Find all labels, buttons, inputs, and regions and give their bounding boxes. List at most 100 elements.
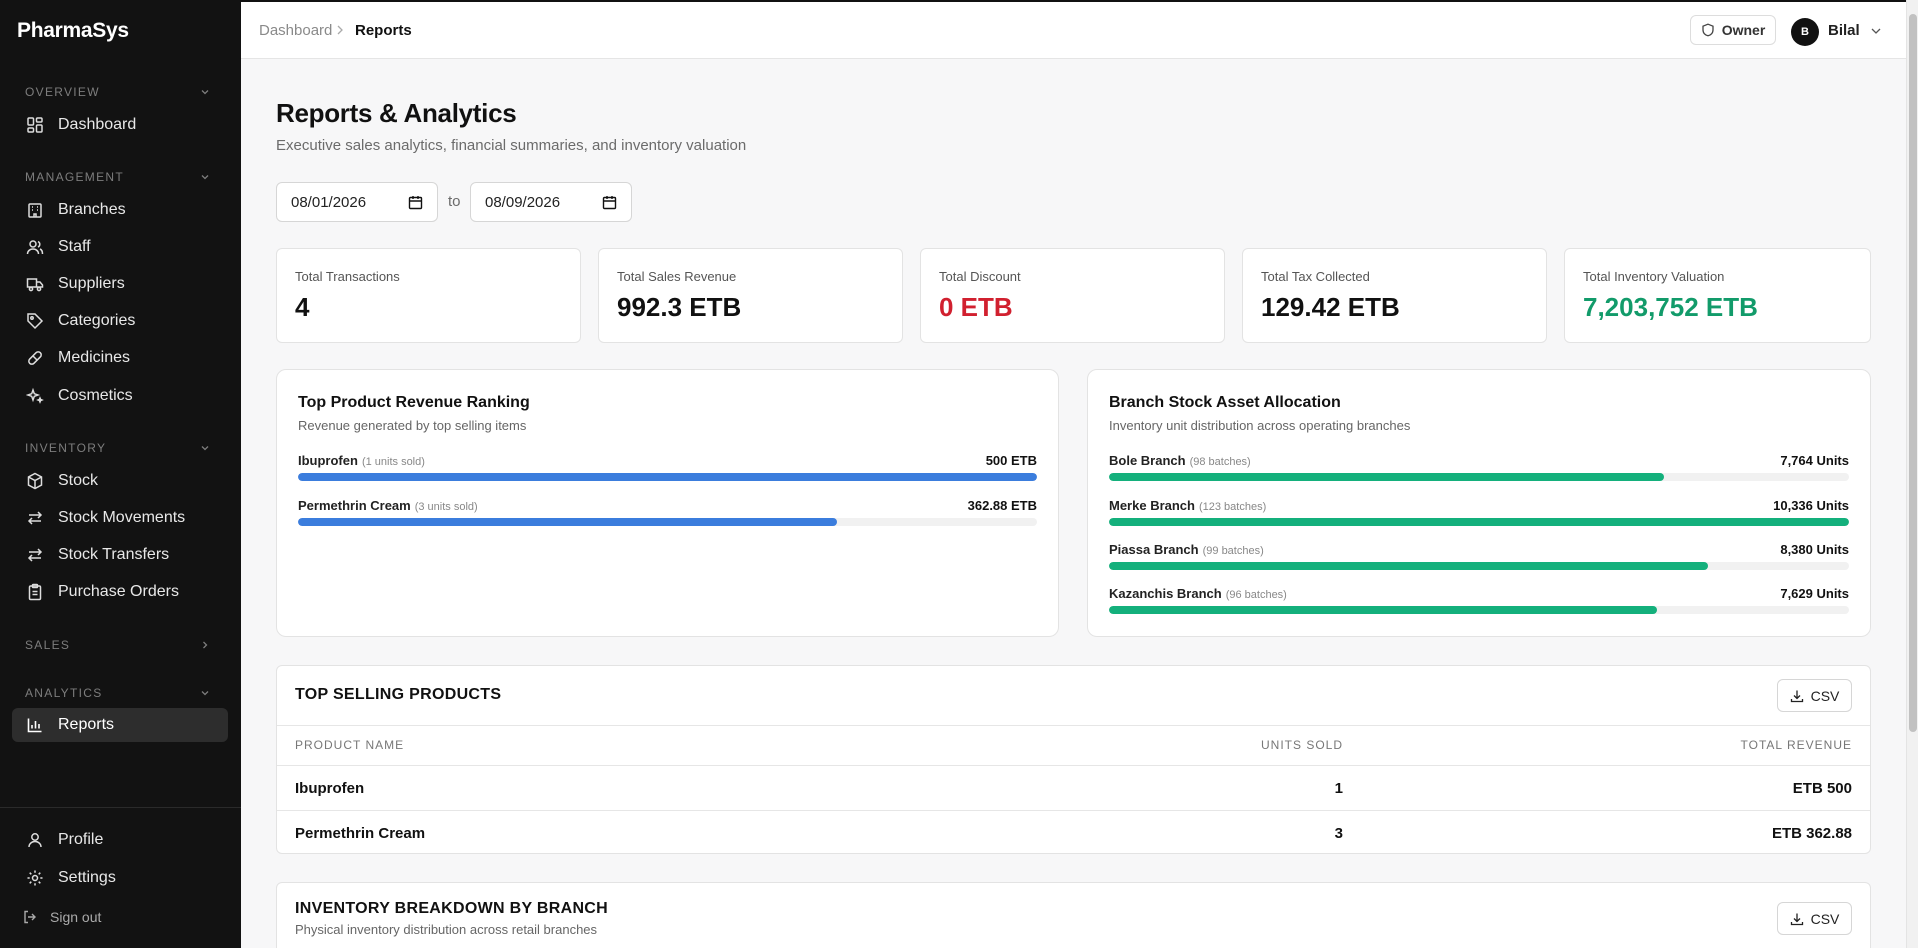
csv-export-button[interactable]: CSV (1777, 679, 1852, 712)
stat-card-sales-revenue: Total Sales Revenue 992.3 ETB (598, 248, 903, 343)
bar-fill (298, 518, 838, 526)
stat-value: 0 ETB (939, 292, 1013, 322)
date-to-value: 08/09/2026 (485, 193, 561, 211)
chevron-down-icon[interactable] (200, 688, 210, 698)
layout-grid-icon (27, 117, 43, 133)
sidebar-item-profile[interactable]: Profile (12, 823, 228, 857)
panel-title: Branch Stock Asset Allocation (1109, 394, 1341, 411)
sidebar-item-categories[interactable]: Categories (12, 304, 228, 338)
page-title: Reports & Analytics (276, 98, 517, 128)
sidebar-item-reports[interactable]: Reports (12, 708, 228, 742)
date-to-input[interactable]: 08/09/2026 (470, 182, 632, 222)
panel-subtitle: Inventory unit distribution across opera… (1109, 418, 1411, 433)
csv-export-button[interactable]: CSV (1777, 902, 1852, 935)
cell-revenue: ETB 362.88 (1771, 825, 1852, 842)
shield-icon (1702, 23, 1714, 37)
branch-bar-row: Merke Branch (123 batches) 10,336 Units (1109, 498, 1849, 534)
bar-label: Bole Branch (98 batches) (1109, 453, 1251, 468)
sidebar-item-label: Cosmetics (58, 387, 133, 404)
stat-value: 129.42 ETB (1261, 292, 1400, 322)
sidebar-item-label: Dashboard (58, 116, 137, 133)
table-title: TOP SELLING PRODUCTS (295, 686, 502, 703)
bar-label: Piassa Branch (99 batches) (1109, 542, 1264, 557)
section-sales[interactable]: SALES (25, 638, 70, 652)
column-header-revenue: TOTAL REVENUE (1740, 738, 1852, 752)
sidebar-item-suppliers[interactable]: Suppliers (12, 267, 228, 301)
sidebar-item-medicines[interactable]: Medicines (12, 341, 228, 375)
stat-label: Total Transactions (295, 269, 400, 284)
sidebar-item-label: Suppliers (58, 275, 125, 292)
stat-label: Total Tax Collected (1261, 269, 1370, 284)
breadcrumb-dashboard[interactable]: Dashboard (259, 22, 332, 39)
sidebar-item-stock[interactable]: Stock (12, 464, 228, 498)
stat-card-inventory-valuation: Total Inventory Valuation 7,203,752 ETB (1564, 248, 1871, 343)
sidebar-item-stock-transfers[interactable]: Stock Transfers (12, 538, 228, 572)
bar-value: 362.88 ETB (967, 498, 1037, 513)
download-icon (1790, 690, 1803, 702)
top-product-revenue-panel: Top Product Revenue Ranking Revenue gene… (276, 369, 1059, 637)
branch-name: Kazanchis Branch (1109, 586, 1222, 601)
chevron-down-icon[interactable] (200, 87, 210, 97)
page-scrollbar[interactable] (1906, 0, 1918, 948)
stat-card-transactions: Total Transactions 4 (276, 248, 581, 343)
arrows-left-right-icon (27, 548, 43, 562)
user-menu-name[interactable]: Bilal (1828, 22, 1860, 39)
section-overview[interactable]: OVERVIEW (25, 85, 100, 99)
date-from-input[interactable]: 08/01/2026 (276, 182, 438, 222)
sidebar-item-branches[interactable]: Branches (12, 193, 228, 227)
role-label: Owner (1721, 22, 1766, 38)
column-header-product: PRODUCT NAME (295, 738, 405, 752)
stat-card-tax: Total Tax Collected 129.42 ETB (1242, 248, 1547, 343)
bar-value: 7,629 Units (1780, 586, 1849, 601)
avatar[interactable]: B (1791, 18, 1819, 46)
sidebar-item-dashboard[interactable]: Dashboard (12, 108, 228, 142)
bar-fill (1109, 518, 1849, 526)
bar-value: 500 ETB (985, 453, 1037, 468)
bar-track (1109, 562, 1849, 570)
building-icon (28, 203, 42, 218)
chevron-down-icon[interactable] (200, 443, 210, 453)
stat-value: 992.3 ETB (617, 292, 742, 322)
calendar-icon[interactable] (408, 195, 423, 210)
stat-label: Total Discount (939, 269, 1021, 284)
chevron-down-icon[interactable] (200, 172, 210, 182)
table-subtitle: Physical inventory distribution across r… (295, 922, 598, 937)
section-management[interactable]: MANAGEMENT (25, 170, 124, 184)
table-title: INVENTORY BREAKDOWN BY BRANCH (295, 900, 609, 917)
user-icon (28, 833, 42, 848)
sidebar-item-purchase-orders[interactable]: Purchase Orders (12, 575, 228, 609)
product-name: Permethrin Cream (298, 498, 411, 513)
sidebar-item-stock-movements[interactable]: Stock Movements (12, 501, 228, 535)
sidebar-item-settings[interactable]: Settings (12, 861, 228, 895)
column-header-units: UNITS SOLD (1260, 738, 1343, 752)
sidebar-item-cosmetics[interactable]: Cosmetics (12, 379, 228, 413)
sidebar-item-staff[interactable]: Staff (12, 230, 228, 264)
panel-subtitle: Revenue generated by top selling items (298, 418, 527, 433)
csv-label: CSV (1810, 910, 1840, 927)
revenue-bar-row: Ibuprofen (1 units sold) 500 ETB (298, 453, 1037, 489)
date-range-separator: to (448, 193, 461, 210)
calendar-icon[interactable] (602, 195, 617, 210)
chevron-down-icon[interactable] (1870, 26, 1882, 36)
sidebar-divider (0, 807, 241, 808)
sidebar-item-label: Medicines (58, 349, 131, 366)
pill-icon (28, 351, 42, 365)
branch-name: Piassa Branch (1109, 542, 1199, 557)
bar-track (1109, 473, 1849, 481)
branch-bar-row: Kazanchis Branch (96 batches) 7,629 Units (1109, 586, 1849, 622)
bar-label: Ibuprofen (1 units sold) (298, 453, 425, 468)
signout-button[interactable]: Sign out (22, 909, 101, 925)
bar-value: 8,380 Units (1780, 542, 1849, 557)
sidebar-item-label: Categories (58, 312, 136, 329)
row-divider (277, 810, 1870, 811)
package-icon (27, 472, 43, 490)
section-inventory[interactable]: INVENTORY (25, 441, 106, 455)
breadcrumb-current: Reports (355, 22, 412, 39)
download-icon (1790, 913, 1803, 925)
tag-icon (27, 313, 44, 330)
bar-value: 7,764 Units (1780, 453, 1849, 468)
scrollbar-thumb[interactable] (1909, 14, 1917, 732)
app-brand: PharmaSys (17, 19, 129, 42)
chevron-right-icon[interactable] (200, 640, 210, 650)
section-analytics[interactable]: ANALYTICS (25, 686, 103, 700)
